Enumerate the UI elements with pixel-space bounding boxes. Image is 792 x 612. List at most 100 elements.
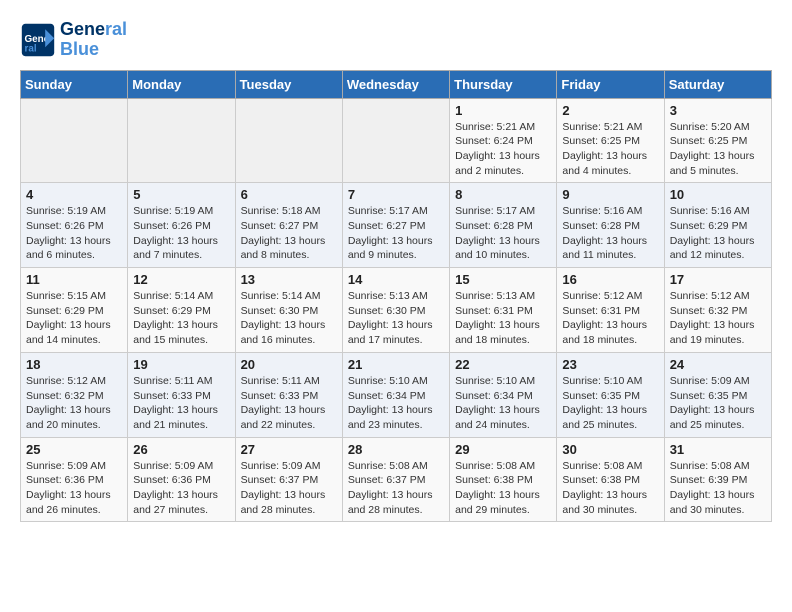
- day-number: 24: [670, 357, 766, 372]
- day-number: 1: [455, 103, 551, 118]
- day-number: 16: [562, 272, 658, 287]
- day-number: 31: [670, 442, 766, 457]
- header-cell-wednesday: Wednesday: [342, 70, 449, 98]
- header-row: SundayMondayTuesdayWednesdayThursdayFrid…: [21, 70, 772, 98]
- day-detail: Sunrise: 5:08 AM Sunset: 6:38 PM Dayligh…: [455, 459, 551, 518]
- day-detail: Sunrise: 5:10 AM Sunset: 6:34 PM Dayligh…: [455, 374, 551, 433]
- day-detail: Sunrise: 5:12 AM Sunset: 6:32 PM Dayligh…: [670, 289, 766, 348]
- day-detail: Sunrise: 5:08 AM Sunset: 6:38 PM Dayligh…: [562, 459, 658, 518]
- logo-icon: Gene ral: [20, 22, 56, 58]
- day-detail: Sunrise: 5:12 AM Sunset: 6:31 PM Dayligh…: [562, 289, 658, 348]
- day-number: 20: [241, 357, 337, 372]
- day-detail: Sunrise: 5:19 AM Sunset: 6:26 PM Dayligh…: [133, 204, 229, 263]
- day-detail: Sunrise: 5:09 AM Sunset: 6:37 PM Dayligh…: [241, 459, 337, 518]
- day-cell: 22 Sunrise: 5:10 AM Sunset: 6:34 PM Dayli…: [450, 352, 557, 437]
- header-cell-thursday: Thursday: [450, 70, 557, 98]
- day-cell: 12Sunrise: 5:14 AM Sunset: 6:29 PM Dayli…: [128, 268, 235, 353]
- day-cell: 15 Sunrise: 5:13 AM Sunset: 6:31 PM Dayli…: [450, 268, 557, 353]
- day-detail: Sunrise: 5:17 AM Sunset: 6:28 PM Dayligh…: [455, 204, 551, 263]
- day-number: 11: [26, 272, 122, 287]
- day-number: 13: [241, 272, 337, 287]
- day-number: 15: [455, 272, 551, 287]
- day-cell: 26 Sunrise: 5:09 AM Sunset: 6:36 PM Dayli…: [128, 437, 235, 522]
- day-number: 23: [562, 357, 658, 372]
- day-cell: 7Sunrise: 5:17 AM Sunset: 6:27 PM Daylig…: [342, 183, 449, 268]
- day-cell: 3 Sunrise: 5:20 AM Sunset: 6:25 PM Daylig…: [664, 98, 771, 183]
- day-cell: [21, 98, 128, 183]
- day-detail: Sunrise: 5:10 AM Sunset: 6:34 PM Dayligh…: [348, 374, 444, 433]
- day-detail: Sunrise: 5:11 AM Sunset: 6:33 PM Dayligh…: [133, 374, 229, 433]
- day-cell: 10 Sunrise: 5:16 AM Sunset: 6:29 PM Dayli…: [664, 183, 771, 268]
- day-detail: Sunrise: 5:15 AM Sunset: 6:29 PM Dayligh…: [26, 289, 122, 348]
- page-header: Gene ral General Blue: [20, 20, 772, 60]
- day-detail: Sunrise: 5:09 AM Sunset: 6:36 PM Dayligh…: [26, 459, 122, 518]
- day-cell: 16 Sunrise: 5:12 AM Sunset: 6:31 PM Dayli…: [557, 268, 664, 353]
- day-cell: 17 Sunrise: 5:12 AM Sunset: 6:32 PM Dayli…: [664, 268, 771, 353]
- day-number: 21: [348, 357, 444, 372]
- day-number: 27: [241, 442, 337, 457]
- day-cell: 14 Sunrise: 5:13 AM Sunset: 6:30 PM Dayli…: [342, 268, 449, 353]
- day-cell: 6Sunrise: 5:18 AM Sunset: 6:27 PM Daylig…: [235, 183, 342, 268]
- day-cell: [342, 98, 449, 183]
- day-detail: Sunrise: 5:16 AM Sunset: 6:29 PM Dayligh…: [670, 204, 766, 263]
- day-number: 22: [455, 357, 551, 372]
- day-cell: 19Sunrise: 5:11 AM Sunset: 6:33 PM Dayli…: [128, 352, 235, 437]
- day-detail: Sunrise: 5:19 AM Sunset: 6:26 PM Dayligh…: [26, 204, 122, 263]
- day-cell: [128, 98, 235, 183]
- day-number: 9: [562, 187, 658, 202]
- day-detail: Sunrise: 5:09 AM Sunset: 6:35 PM Dayligh…: [670, 374, 766, 433]
- day-cell: 13 Sunrise: 5:14 AM Sunset: 6:30 PM Dayli…: [235, 268, 342, 353]
- week-row-3: 11 Sunrise: 5:15 AM Sunset: 6:29 PM Dayli…: [21, 268, 772, 353]
- header-cell-friday: Friday: [557, 70, 664, 98]
- day-number: 5: [133, 187, 229, 202]
- day-cell: 18Sunrise: 5:12 AM Sunset: 6:32 PM Dayli…: [21, 352, 128, 437]
- day-number: 30: [562, 442, 658, 457]
- day-number: 3: [670, 103, 766, 118]
- day-cell: 9 Sunrise: 5:16 AM Sunset: 6:28 PM Daylig…: [557, 183, 664, 268]
- day-number: 17: [670, 272, 766, 287]
- day-detail: Sunrise: 5:09 AM Sunset: 6:36 PM Dayligh…: [133, 459, 229, 518]
- day-number: 25: [26, 442, 122, 457]
- day-cell: 29 Sunrise: 5:08 AM Sunset: 6:38 PM Dayli…: [450, 437, 557, 522]
- logo: Gene ral General Blue: [20, 20, 127, 60]
- week-row-4: 18Sunrise: 5:12 AM Sunset: 6:32 PM Dayli…: [21, 352, 772, 437]
- day-detail: Sunrise: 5:10 AM Sunset: 6:35 PM Dayligh…: [562, 374, 658, 433]
- day-number: 29: [455, 442, 551, 457]
- day-number: 4: [26, 187, 122, 202]
- day-number: 10: [670, 187, 766, 202]
- day-detail: Sunrise: 5:14 AM Sunset: 6:29 PM Dayligh…: [133, 289, 229, 348]
- week-row-2: 4 Sunrise: 5:19 AM Sunset: 6:26 PM Daylig…: [21, 183, 772, 268]
- day-cell: 5 Sunrise: 5:19 AM Sunset: 6:26 PM Daylig…: [128, 183, 235, 268]
- day-cell: 1 Sunrise: 5:21 AM Sunset: 6:24 PM Daylig…: [450, 98, 557, 183]
- header-cell-saturday: Saturday: [664, 70, 771, 98]
- calendar-table: SundayMondayTuesdayWednesdayThursdayFrid…: [20, 70, 772, 523]
- day-cell: 31 Sunrise: 5:08 AM Sunset: 6:39 PM Dayli…: [664, 437, 771, 522]
- day-cell: 25 Sunrise: 5:09 AM Sunset: 6:36 PM Dayli…: [21, 437, 128, 522]
- day-number: 8: [455, 187, 551, 202]
- day-detail: Sunrise: 5:18 AM Sunset: 6:27 PM Dayligh…: [241, 204, 337, 263]
- header-cell-sunday: Sunday: [21, 70, 128, 98]
- svg-text:ral: ral: [25, 43, 37, 54]
- day-detail: Sunrise: 5:14 AM Sunset: 6:30 PM Dayligh…: [241, 289, 337, 348]
- day-cell: [235, 98, 342, 183]
- day-number: 7: [348, 187, 444, 202]
- day-cell: 20Sunrise: 5:11 AM Sunset: 6:33 PM Dayli…: [235, 352, 342, 437]
- day-detail: Sunrise: 5:21 AM Sunset: 6:24 PM Dayligh…: [455, 120, 551, 179]
- day-detail: Sunrise: 5:13 AM Sunset: 6:30 PM Dayligh…: [348, 289, 444, 348]
- day-cell: 4 Sunrise: 5:19 AM Sunset: 6:26 PM Daylig…: [21, 183, 128, 268]
- day-number: 14: [348, 272, 444, 287]
- day-cell: 27 Sunrise: 5:09 AM Sunset: 6:37 PM Dayli…: [235, 437, 342, 522]
- day-cell: 11 Sunrise: 5:15 AM Sunset: 6:29 PM Dayli…: [21, 268, 128, 353]
- day-detail: Sunrise: 5:21 AM Sunset: 6:25 PM Dayligh…: [562, 120, 658, 179]
- day-cell: 8 Sunrise: 5:17 AM Sunset: 6:28 PM Daylig…: [450, 183, 557, 268]
- day-detail: Sunrise: 5:20 AM Sunset: 6:25 PM Dayligh…: [670, 120, 766, 179]
- week-row-1: 1 Sunrise: 5:21 AM Sunset: 6:24 PM Daylig…: [21, 98, 772, 183]
- day-detail: Sunrise: 5:08 AM Sunset: 6:39 PM Dayligh…: [670, 459, 766, 518]
- day-number: 26: [133, 442, 229, 457]
- day-detail: Sunrise: 5:13 AM Sunset: 6:31 PM Dayligh…: [455, 289, 551, 348]
- day-number: 28: [348, 442, 444, 457]
- day-detail: Sunrise: 5:12 AM Sunset: 6:32 PM Dayligh…: [26, 374, 122, 433]
- day-cell: 21 Sunrise: 5:10 AM Sunset: 6:34 PM Dayli…: [342, 352, 449, 437]
- day-detail: Sunrise: 5:08 AM Sunset: 6:37 PM Dayligh…: [348, 459, 444, 518]
- day-detail: Sunrise: 5:16 AM Sunset: 6:28 PM Dayligh…: [562, 204, 658, 263]
